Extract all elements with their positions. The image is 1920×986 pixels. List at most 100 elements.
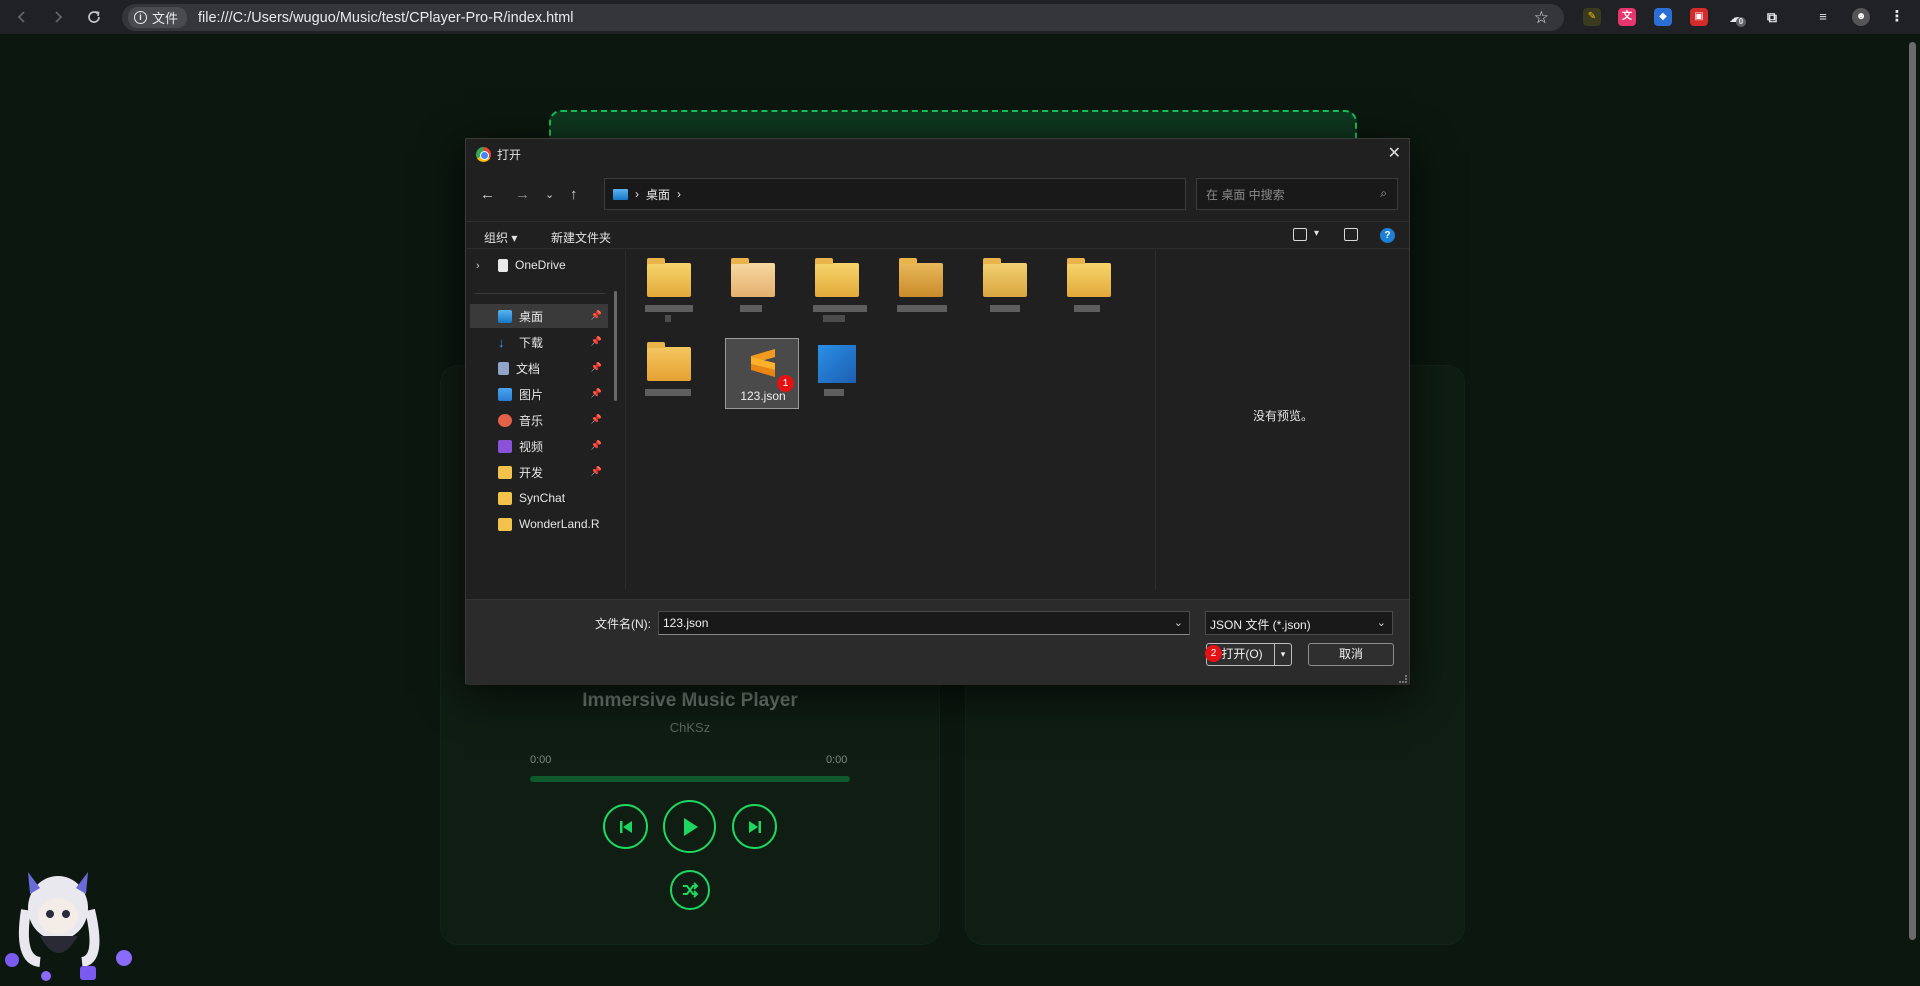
folder-item[interactable] (724, 255, 784, 315)
menu-kebab-icon[interactable]: ⋮ (1888, 8, 1906, 26)
extension-icon-4[interactable]: ▣ (1690, 8, 1708, 26)
chrome-logo-icon (476, 146, 491, 162)
play-button[interactable] (663, 800, 716, 853)
pixelated-label (645, 389, 691, 396)
folder-item[interactable] (976, 255, 1036, 315)
pixelated-label (1074, 305, 1100, 312)
folder-item[interactable] (808, 255, 868, 322)
info-icon: i (134, 11, 147, 24)
folder-icon (731, 258, 775, 297)
cancel-button[interactable]: 取消 (1308, 643, 1394, 666)
previous-button[interactable] (603, 804, 648, 849)
sublime-text-icon (751, 349, 775, 377)
path-breadcrumb[interactable]: › 桌面 › ⌄ ↻ (604, 178, 1309, 210)
address-bar[interactable]: i 文件 file:///C:/Users/wuguo/Music/test/C… (122, 4, 1564, 31)
shuffle-button[interactable] (670, 870, 710, 910)
breadcrumb-separator: › (635, 187, 639, 201)
folder-item[interactable] (1060, 255, 1120, 315)
media-control-icon[interactable]: ≡ (1814, 8, 1832, 26)
document-icon (498, 361, 509, 375)
preview-pane-icon[interactable] (1344, 228, 1358, 241)
new-folder-button[interactable]: 新建文件夹 (551, 229, 611, 246)
pixelated-label (665, 315, 671, 322)
folder-icon (498, 517, 512, 531)
filename-label: 文件名(N): (595, 617, 651, 631)
mascot-character (5, 872, 132, 981)
folder-item[interactable] (640, 339, 700, 399)
view-dropdown-icon[interactable]: ▾ (1314, 228, 1319, 239)
forward-icon[interactable] (40, 0, 76, 34)
folder-icon (498, 465, 512, 479)
pixelated-label (897, 305, 947, 312)
folder-item[interactable] (640, 255, 700, 322)
pixelated-label (813, 305, 867, 312)
nav-item-documents[interactable]: 文档 📌 (470, 356, 608, 380)
chevron-down-icon[interactable]: ⌄ (1377, 616, 1386, 629)
step-badge-2: 2 (1205, 645, 1222, 662)
nav-item-synchat[interactable]: SynChat (470, 486, 608, 510)
nav-item-downloads[interactable]: ↓ 下载 📌 (470, 330, 608, 354)
pixelated-label (823, 315, 845, 322)
resize-grip[interactable] (1399, 675, 1407, 683)
help-icon[interactable]: ? (1380, 228, 1395, 243)
file-open-dialog: 打开 ✕ ← → ⌄ ↑ › 桌面 › ⌄ ↻ 在 桌面 中搜索 ⌕ 组织 ▾ … (465, 138, 1410, 685)
chevron-down-icon[interactable]: ⌄ (1174, 616, 1183, 629)
search-input[interactable]: 在 桌面 中搜索 ⌕ (1196, 178, 1398, 210)
breadcrumb-desktop[interactable]: 桌面 (646, 186, 670, 203)
nav-item-dev[interactable]: 开发 📌 (470, 460, 608, 484)
step-badge-1: 1 (777, 375, 794, 392)
pictures-icon (498, 387, 512, 401)
reload-icon[interactable] (76, 0, 112, 34)
close-icon[interactable]: ✕ (1388, 143, 1401, 163)
bookmark-star-icon[interactable]: ☆ (1534, 8, 1549, 28)
extension-icon-3[interactable]: ◆ (1654, 8, 1672, 26)
skip-back-icon (619, 820, 632, 833)
page-scrollbar[interactable] (1909, 42, 1916, 940)
organize-menu[interactable]: 组织 ▾ (484, 229, 517, 246)
change-view-icon[interactable] (1293, 228, 1307, 241)
pixelated-label (740, 305, 762, 312)
no-preview-text: 没有预览。 (1252, 409, 1313, 423)
nav-item-wonderland[interactable]: WonderLand.R (470, 512, 608, 536)
folder-item[interactable] (892, 255, 952, 315)
image-file-item[interactable] (808, 339, 868, 399)
profile-avatar[interactable]: ☻ (1852, 8, 1870, 26)
site-chip-label: 文件 (152, 11, 179, 26)
pin-icon: 📌 (590, 388, 602, 398)
progress-bar[interactable] (530, 776, 850, 782)
duration-time: 0:00 (826, 754, 848, 766)
nav-item-music[interactable]: 音乐 📌 (470, 408, 608, 432)
dialog-title: 打开 (497, 147, 522, 162)
recent-locations-chevron-icon[interactable]: ⌄ (545, 188, 554, 201)
folder-icon (815, 258, 859, 297)
file-item-selected[interactable]: 123.json 1 (725, 338, 799, 409)
folder-icon (498, 491, 512, 505)
forward-arrow-icon[interactable]: → (515, 186, 530, 203)
filename-input[interactable]: 123.json ⌄ (658, 611, 1190, 635)
extension-icon-1[interactable]: ✎ (1583, 8, 1601, 26)
extensions-puzzle-icon[interactable]: ⧉ (1763, 8, 1781, 26)
play-icon (683, 817, 698, 836)
up-arrow-icon[interactable]: ↑ (570, 186, 578, 203)
nav-item-onedrive[interactable]: OneDrive (470, 253, 608, 277)
breadcrumb-separator-2: › (677, 187, 682, 201)
nav-item-pictures[interactable]: 图片 📌 (470, 382, 608, 406)
open-button[interactable]: 打开(O) ▾ 2 (1205, 643, 1292, 666)
site-info-chip[interactable]: i 文件 (128, 7, 188, 28)
next-button[interactable] (732, 804, 777, 849)
pin-icon: 📌 (590, 362, 602, 372)
cloud-sync-icon[interactable]: ☁ 0 (1727, 8, 1746, 27)
nav-item-desktop[interactable]: 桌面 📌 (470, 304, 608, 328)
back-icon[interactable] (4, 0, 40, 34)
extension-icon-2[interactable]: 文 (1618, 8, 1636, 26)
address-row: ← → ⌄ ↑ › 桌面 › ⌄ ↻ 在 桌面 中搜索 ⌕ (466, 178, 1409, 212)
nav-item-videos[interactable]: 视频 📌 (470, 434, 608, 458)
open-dropdown-icon[interactable]: ▾ (1274, 644, 1291, 665)
nav-scrollbar[interactable] (614, 291, 617, 401)
url-text[interactable]: file:///C:/Users/wuguo/Music/test/CPlaye… (198, 10, 574, 26)
song-title: Immersive Music Player (582, 690, 798, 711)
filetype-value: JSON 文件 (*.json) (1210, 618, 1311, 632)
video-icon (498, 439, 512, 453)
filetype-select[interactable]: JSON 文件 (*.json) ⌄ (1205, 611, 1393, 635)
back-arrow-icon[interactable]: ← (480, 186, 495, 203)
